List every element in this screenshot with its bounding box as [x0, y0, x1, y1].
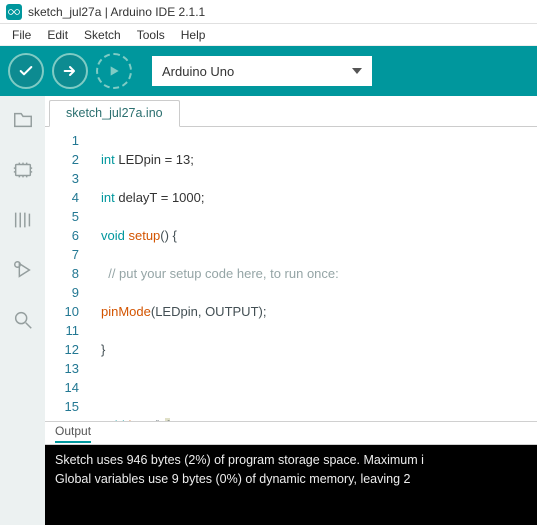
sketchbook-icon[interactable]: [7, 104, 39, 136]
menu-file[interactable]: File: [4, 26, 39, 44]
debug-button[interactable]: [96, 53, 132, 89]
debug-icon[interactable]: [7, 254, 39, 286]
output-console[interactable]: Sketch uses 946 bytes (2%) of program st…: [45, 445, 537, 525]
chevron-down-icon: [352, 68, 362, 74]
activity-bar: [0, 96, 45, 525]
line-gutter: 123456789101112131415: [45, 127, 93, 421]
board-selector[interactable]: Arduino Uno: [152, 56, 372, 86]
editor-tabbar: sketch_jul27a.ino: [45, 96, 537, 126]
library-manager-icon[interactable]: [7, 204, 39, 236]
upload-button[interactable]: [52, 53, 88, 89]
menu-edit[interactable]: Edit: [39, 26, 76, 44]
window-titlebar: sketch_jul27a | Arduino IDE 2.1.1: [0, 0, 537, 24]
output-tab-label: Output: [55, 424, 91, 443]
editor-tab[interactable]: sketch_jul27a.ino: [49, 100, 180, 127]
toolbar: Arduino Uno: [0, 46, 537, 96]
menubar: File Edit Sketch Tools Help: [0, 24, 537, 46]
boards-manager-icon[interactable]: [7, 154, 39, 186]
menu-help[interactable]: Help: [173, 26, 214, 44]
search-icon[interactable]: [7, 304, 39, 336]
arduino-app-icon: [6, 4, 22, 20]
code-area[interactable]: int LEDpin = 13; int delayT = 1000; void…: [93, 127, 537, 421]
code-editor[interactable]: 123456789101112131415 int LEDpin = 13; i…: [45, 126, 537, 421]
board-selector-label: Arduino Uno: [162, 64, 234, 79]
window-title: sketch_jul27a | Arduino IDE 2.1.1: [28, 5, 205, 19]
verify-button[interactable]: [8, 53, 44, 89]
menu-tools[interactable]: Tools: [129, 26, 173, 44]
output-panel-header[interactable]: Output: [45, 421, 537, 445]
menu-sketch[interactable]: Sketch: [76, 26, 129, 44]
